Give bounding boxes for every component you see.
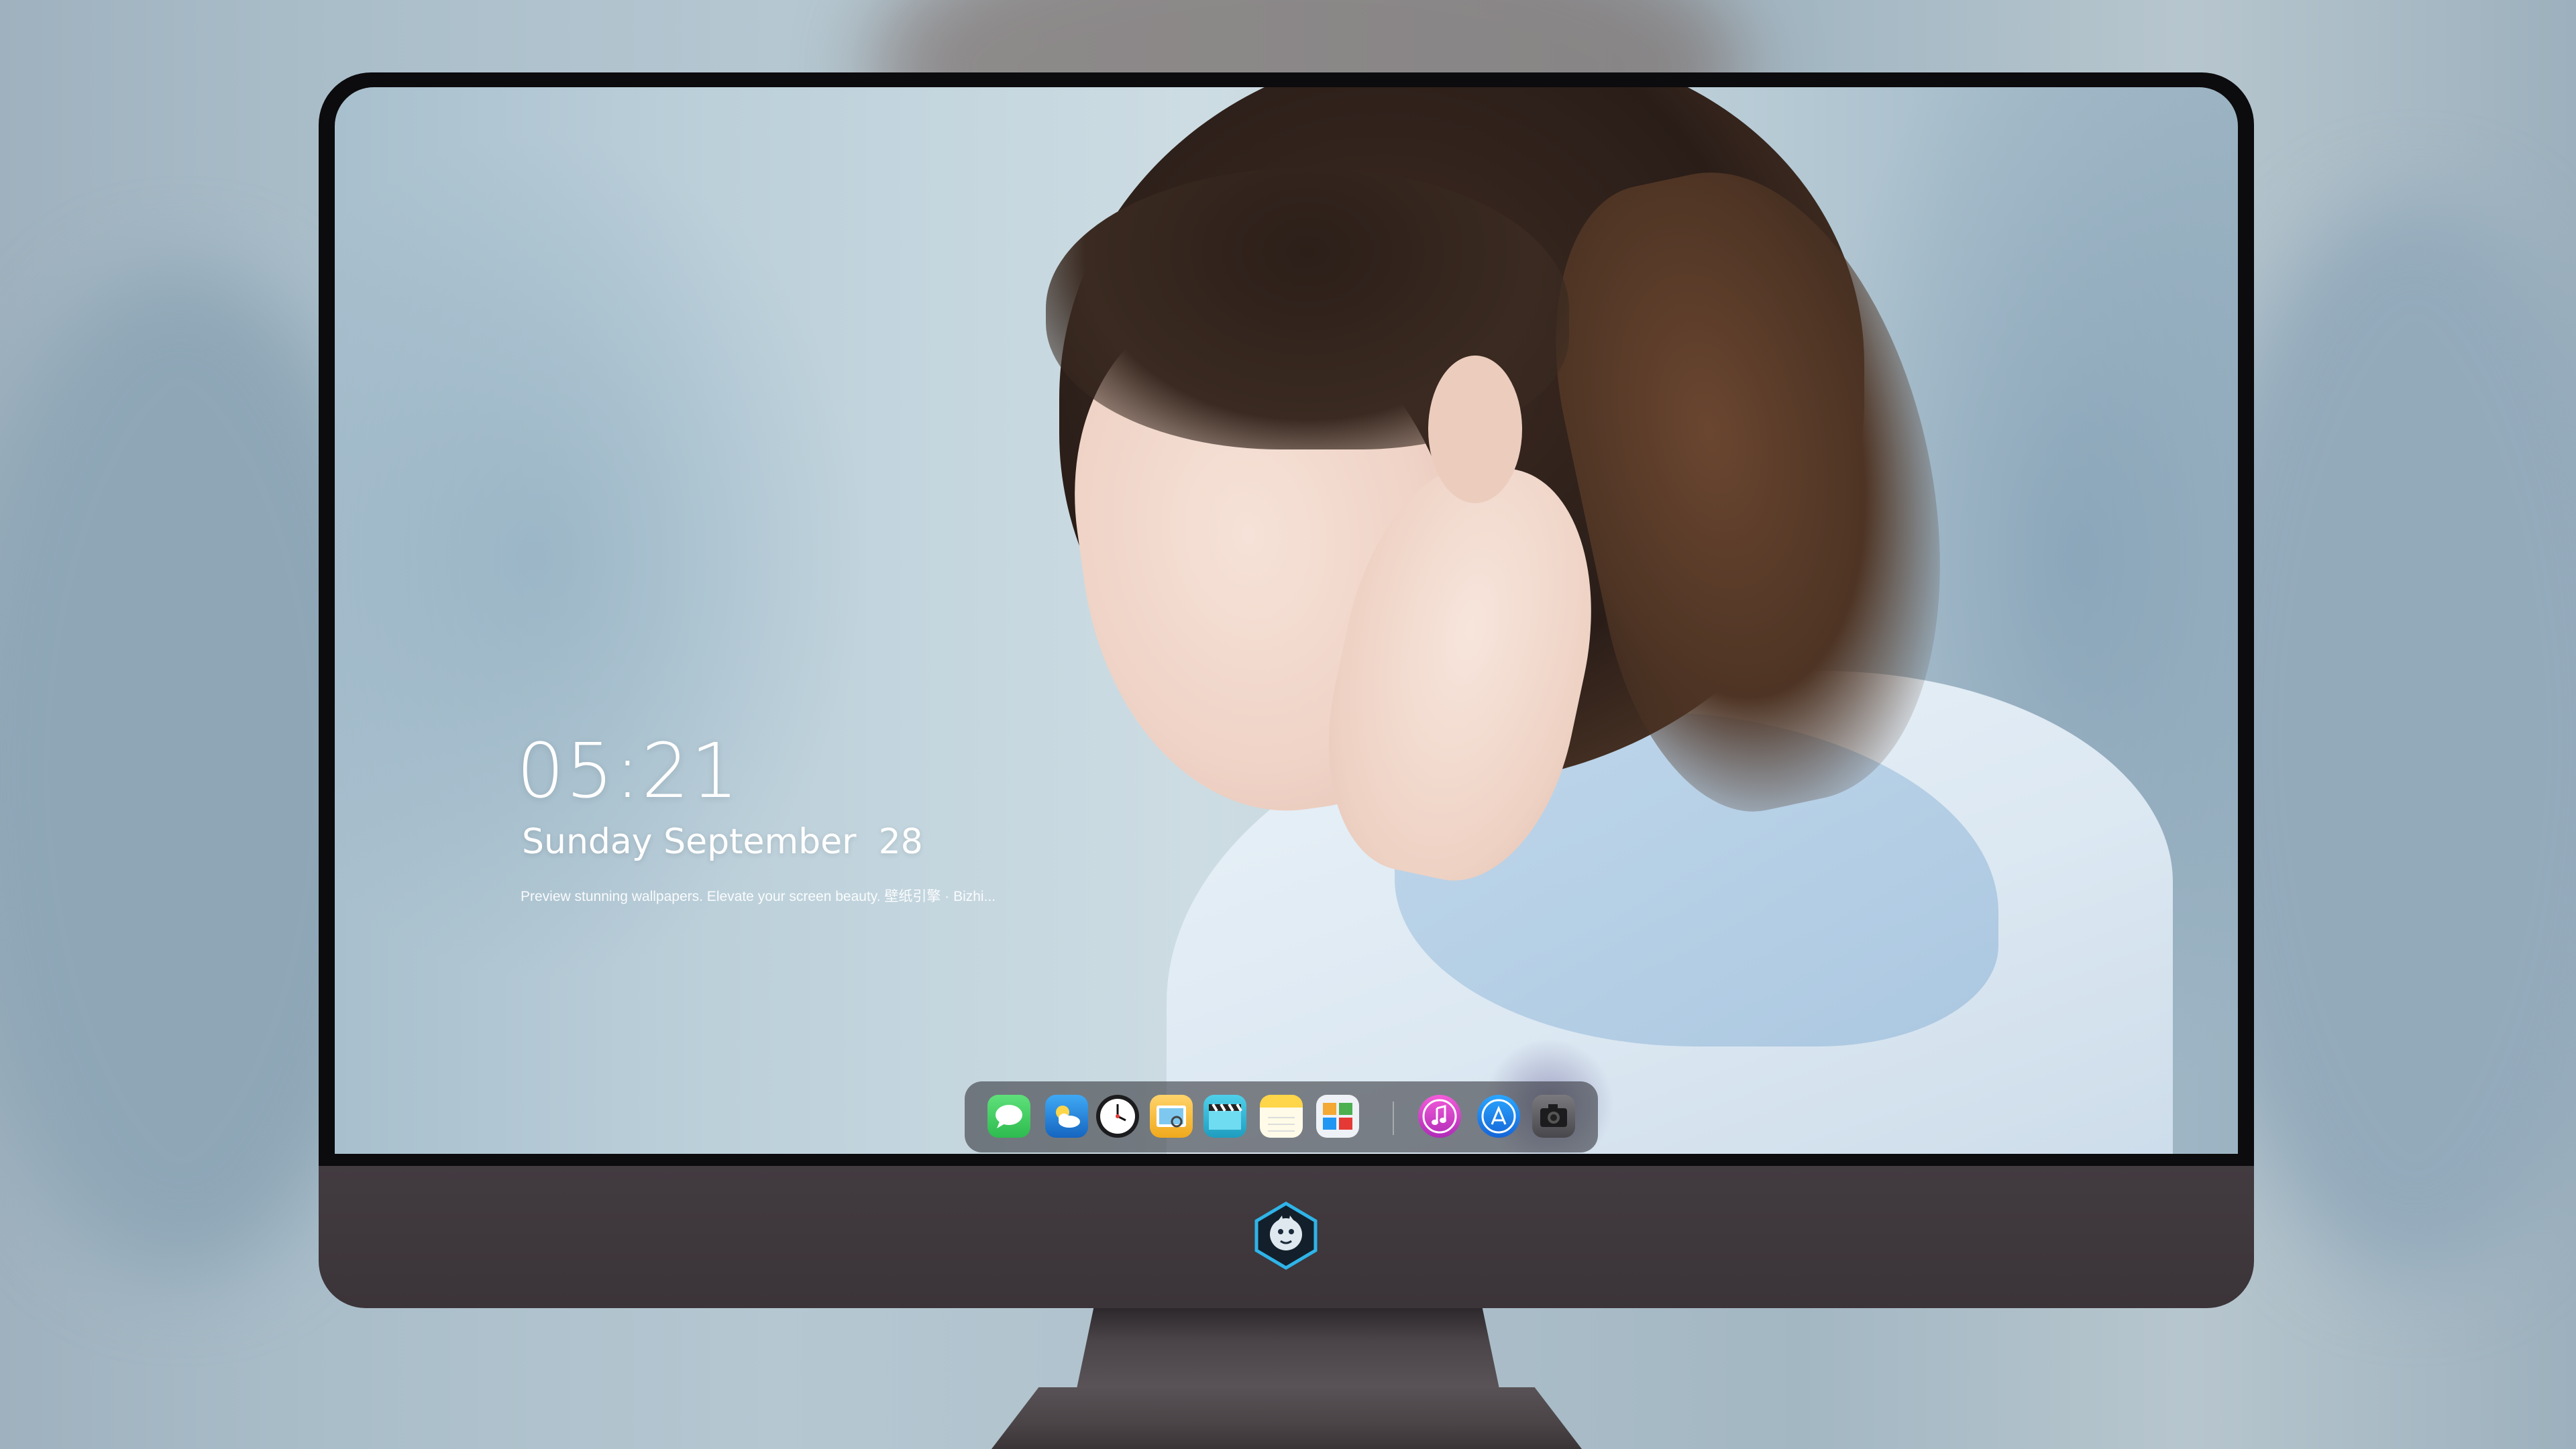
music-note-glyph: [1422, 1099, 1457, 1134]
clock-face-glyph: [1100, 1099, 1135, 1134]
lock-screen[interactable]: 05:21 Sunday September 28 Preview stunni…: [335, 87, 2238, 1154]
desktop-background: 05:21 Sunday September 28 Preview stunni…: [0, 0, 2576, 1449]
sun-cloud-glyph: [1056, 1106, 1080, 1128]
monitor-stand-neck: [1077, 1308, 1499, 1389]
music-icon[interactable]: [1418, 1095, 1461, 1138]
speech-bubble-glyph: [996, 1105, 1022, 1128]
monitor-bezel: 05:21 Sunday September 28 Preview stunni…: [319, 72, 2254, 1166]
photos-widget-icon[interactable]: [1316, 1095, 1359, 1138]
weather-icon[interactable]: [1045, 1095, 1088, 1138]
app-store-icon[interactable]: [1477, 1095, 1520, 1138]
monitor-stand-base: [991, 1387, 1582, 1449]
dragon-mascot-logo: [1254, 1201, 1318, 1270]
monitor: 05:21 Sunday September 28 Preview stunni…: [319, 72, 2254, 1308]
dock: [965, 1081, 1598, 1152]
clock-icon[interactable]: [1096, 1095, 1139, 1138]
photo-viewer-glyph: [1157, 1106, 1186, 1128]
app-store-a-glyph: [1481, 1099, 1516, 1134]
wallpaper-tagline: Preview stunning wallpapers. Elevate you…: [521, 889, 996, 904]
camera-icon[interactable]: [1532, 1095, 1575, 1138]
widget-grid-glyph: [1323, 1103, 1352, 1130]
wallpaper-ear: [1428, 356, 1522, 503]
dock-separator: [1393, 1102, 1394, 1135]
lock-screen-time: 05:21: [517, 728, 740, 815]
camera-glyph: [1540, 1104, 1567, 1127]
preview-icon[interactable]: [1150, 1095, 1193, 1138]
monitor-chin: [319, 1166, 2254, 1308]
clapper-icon[interactable]: [1203, 1095, 1246, 1138]
clapperboard-glyph: [1209, 1103, 1242, 1130]
notes-icon[interactable]: [1260, 1095, 1303, 1138]
notes-lines-glyph: [1268, 1117, 1295, 1132]
lock-screen-date: Sunday September 28: [522, 822, 923, 862]
messages-icon[interactable]: [987, 1095, 1030, 1138]
